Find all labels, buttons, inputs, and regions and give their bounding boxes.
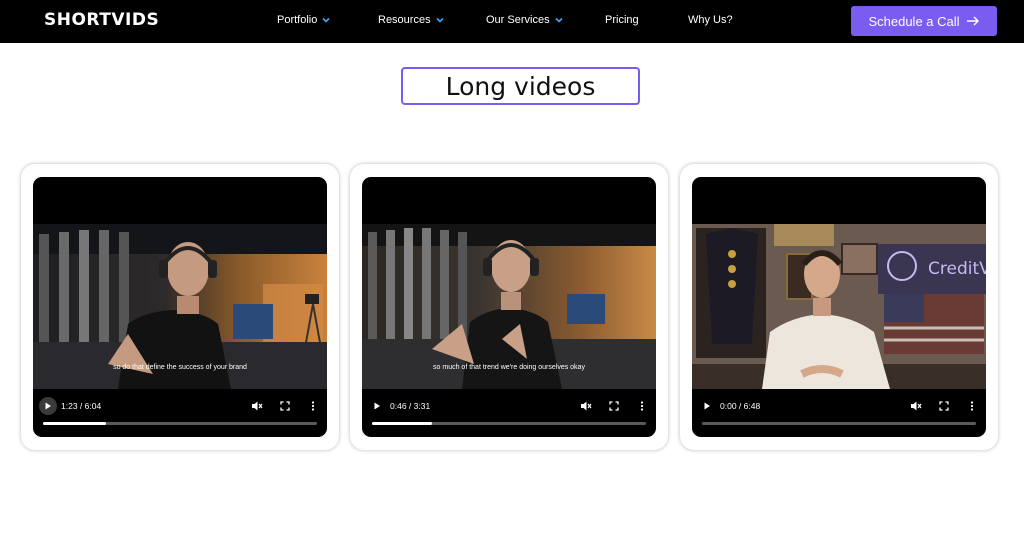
video-card: CreditVe 0:00 / 6:48: [680, 164, 998, 450]
play-button[interactable]: [698, 397, 716, 415]
video-frame[interactable]: so do that define the success of your br…: [33, 224, 327, 389]
sign-text: CreditVe: [928, 259, 986, 279]
nav-why-us[interactable]: Why Us?: [688, 14, 733, 26]
video-thumbnail-office: CreditVe: [692, 224, 986, 389]
video-controls: 1:23 / 6:04: [33, 389, 327, 437]
video-controls: 0:00 / 6:48: [692, 389, 986, 437]
nav-portfolio[interactable]: Portfolio: [277, 14, 331, 26]
mute-icon[interactable]: [910, 400, 922, 412]
play-button[interactable]: [39, 397, 57, 415]
more-options-icon[interactable]: [636, 400, 648, 412]
video-caption: so do that define the success of your br…: [113, 364, 247, 371]
play-icon: [704, 402, 710, 410]
video-time: 0:00 / 6:48: [720, 401, 761, 411]
progress-bar[interactable]: [372, 422, 646, 425]
video-player[interactable]: CreditVe 0:00 / 6:48: [692, 177, 986, 437]
section-title: Long videos: [401, 67, 640, 105]
progress-fill: [43, 422, 107, 425]
play-icon: [374, 402, 380, 410]
arrow-right-icon: [966, 16, 979, 26]
nav-resources-label: Resources: [378, 14, 431, 26]
fullscreen-icon[interactable]: [938, 400, 950, 412]
progress-bar[interactable]: [702, 422, 976, 425]
video-time: 0:46 / 3:31: [390, 401, 431, 411]
nav-our-services-label: Our Services: [486, 14, 550, 26]
progress-bar[interactable]: [43, 422, 317, 425]
video-caption: so much of that trend we're doing oursel…: [433, 364, 585, 371]
top-nav: SHORTVIDS Portfolio Resources Our Servic…: [0, 0, 1024, 43]
video-player[interactable]: so do that define the success of your br…: [33, 177, 327, 437]
fullscreen-icon[interactable]: [608, 400, 620, 412]
video-time: 1:23 / 6:04: [61, 401, 102, 411]
video-card: so do that define the success of your br…: [21, 164, 339, 450]
progress-fill: [372, 422, 433, 425]
chevron-down-icon: [555, 17, 563, 23]
video-frame[interactable]: CreditVe: [692, 224, 986, 389]
nav-pricing[interactable]: Pricing: [605, 14, 639, 26]
video-player[interactable]: so much of that trend we're doing oursel…: [362, 177, 656, 437]
logo[interactable]: SHORTVIDS: [44, 10, 159, 30]
nav-our-services[interactable]: Our Services: [486, 14, 564, 26]
video-controls: 0:46 / 3:31: [362, 389, 656, 437]
schedule-call-label: Schedule a Call: [868, 13, 960, 29]
nav-pricing-label: Pricing: [605, 14, 639, 26]
mute-icon[interactable]: [580, 400, 592, 412]
nav-portfolio-label: Portfolio: [277, 14, 318, 26]
fullscreen-icon[interactable]: [279, 400, 291, 412]
nav-why-us-label: Why Us?: [688, 14, 733, 26]
schedule-call-button[interactable]: Schedule a Call: [851, 6, 997, 36]
mute-icon[interactable]: [251, 400, 263, 412]
chevron-down-icon: [322, 17, 330, 23]
play-icon: [45, 402, 51, 410]
play-button[interactable]: [368, 397, 386, 415]
more-options-icon[interactable]: [307, 400, 319, 412]
video-card: so much of that trend we're doing oursel…: [350, 164, 668, 450]
video-frame[interactable]: so much of that trend we're doing oursel…: [362, 224, 656, 389]
more-options-icon[interactable]: [966, 400, 978, 412]
nav-resources[interactable]: Resources: [378, 14, 445, 26]
chevron-down-icon: [436, 17, 444, 23]
